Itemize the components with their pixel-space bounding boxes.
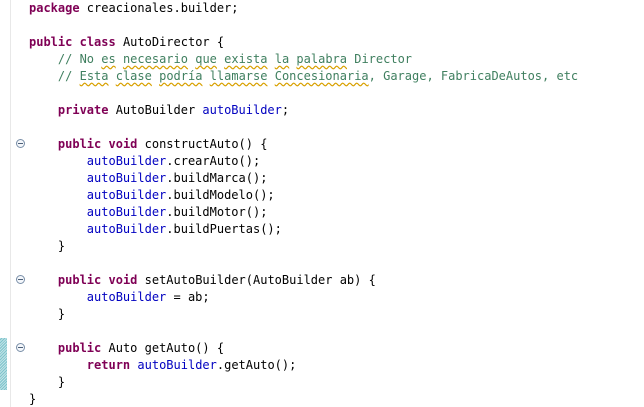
code-text: AutoBuilder: [108, 103, 203, 117]
code-line-class[interactable]: public class AutoDirector {: [29, 34, 224, 51]
comment-text: Director: [347, 52, 413, 66]
comment-text: [202, 69, 209, 83]
keyword: private: [57, 103, 109, 117]
code-text: .buildMarca();: [166, 171, 268, 185]
change-marker-icon: [0, 338, 7, 390]
code-line-method-set[interactable]: public void setAutoBuilder(AutoBuilder a…: [29, 272, 376, 289]
code-line-close-class[interactable]: }: [29, 391, 36, 407]
code-text: = ab;: [166, 290, 210, 304]
spelling-warning: la: [274, 52, 290, 66]
code-line-package[interactable]: package creacionales.builder;: [29, 0, 239, 17]
spelling-warning: Concesionaria: [274, 69, 369, 83]
keyword: void: [108, 273, 138, 287]
field-name: autoBuilder: [86, 205, 167, 219]
keyword: public: [29, 35, 73, 49]
code-line-comment-1[interactable]: // No es necesario que exista la palabra…: [29, 51, 412, 68]
code-line-stmt-2[interactable]: autoBuilder.buildMarca();: [29, 170, 268, 187]
spelling-warning: es: [101, 52, 116, 66]
code-text: .buildPuertas();: [166, 222, 282, 236]
field-name: autoBuilder: [86, 188, 167, 202]
code-line-stmt-4[interactable]: autoBuilder.buildMotor();: [29, 204, 268, 221]
code-text: Auto getAuto() {: [101, 341, 225, 355]
code-line-field[interactable]: private AutoBuilder autoBuilder;: [29, 102, 289, 119]
keyword: package: [29, 1, 80, 15]
brace: }: [29, 392, 37, 406]
comment-text: [109, 69, 116, 83]
spelling-warning: clase: [115, 69, 152, 83]
code-line-stmt-1[interactable]: autoBuilder.crearAuto();: [29, 153, 260, 170]
collapse-minus-icon[interactable]: [16, 343, 25, 352]
field-name: autoBuilder: [202, 103, 282, 117]
code-line-close-method-2[interactable]: }: [29, 306, 65, 323]
code-line-assign[interactable]: autoBuilder = ab;: [29, 289, 210, 306]
code-text: .buildMotor();: [166, 205, 268, 219]
comment-text: [116, 52, 123, 66]
field-name: autoBuilder: [137, 358, 217, 372]
comment-text: [152, 69, 159, 83]
gutter-ruler: [10, 0, 11, 407]
keyword: public: [57, 137, 102, 151]
collapse-minus-icon[interactable]: [16, 275, 25, 284]
code-text: AutoDirector {: [115, 35, 225, 49]
comment-text: [267, 69, 274, 83]
code-line-method-get[interactable]: public Auto getAuto() {: [29, 340, 224, 357]
keyword: public: [57, 273, 102, 287]
spelling-warning: necesario: [122, 52, 188, 66]
code-text: .getAuto();: [216, 358, 297, 372]
field-name: autoBuilder: [86, 290, 167, 304]
field-name: autoBuilder: [86, 171, 167, 185]
code-text: .crearAuto();: [166, 154, 261, 168]
keyword: return: [86, 358, 131, 372]
code-text: .buildModelo();: [166, 188, 275, 202]
brace: }: [57, 375, 66, 389]
code-text: ;: [281, 103, 290, 117]
code-line-close-method-3[interactable]: }: [29, 374, 65, 391]
comment-text: [268, 52, 275, 66]
spelling-warning: podría: [159, 69, 203, 83]
keyword: class: [79, 35, 116, 49]
code-text: creacionales.builder;: [79, 1, 239, 15]
keyword: public: [57, 341, 102, 355]
brace: }: [57, 239, 66, 253]
field-name: autoBuilder: [86, 154, 167, 168]
code-line-method-construct[interactable]: public void constructAuto() {: [29, 136, 268, 153]
spelling-warning: exista: [224, 52, 268, 66]
code-line-stmt-3[interactable]: autoBuilder.buildModelo();: [29, 187, 275, 204]
spelling-warning: Esta: [79, 69, 109, 83]
code-text: setAutoBuilder(AutoBuilder ab) {: [137, 273, 376, 287]
brace: }: [57, 307, 66, 321]
collapse-minus-icon[interactable]: [16, 139, 25, 148]
field-name: autoBuilder: [86, 222, 167, 236]
code-line-return[interactable]: return autoBuilder.getAuto();: [29, 357, 297, 374]
comment-text: //: [57, 69, 80, 83]
code-line-stmt-5[interactable]: autoBuilder.buildPuertas();: [29, 221, 282, 238]
spelling-warning: palabra: [296, 52, 347, 66]
code-line-close-method-1[interactable]: }: [29, 238, 65, 255]
comment-text: // No: [57, 52, 102, 66]
code-editor[interactable]: package creacionales.builder; public cla…: [0, 0, 644, 407]
spelling-warning: llamarse: [209, 69, 268, 83]
spelling-warning: que: [195, 52, 217, 66]
keyword: void: [108, 137, 138, 151]
comment-text: , Garage, FabricaDeAutos, etc: [368, 69, 579, 83]
code-line-comment-2[interactable]: // Esta clase podría llamarse Concesiona…: [29, 68, 578, 85]
code-text: constructAuto() {: [137, 137, 268, 151]
